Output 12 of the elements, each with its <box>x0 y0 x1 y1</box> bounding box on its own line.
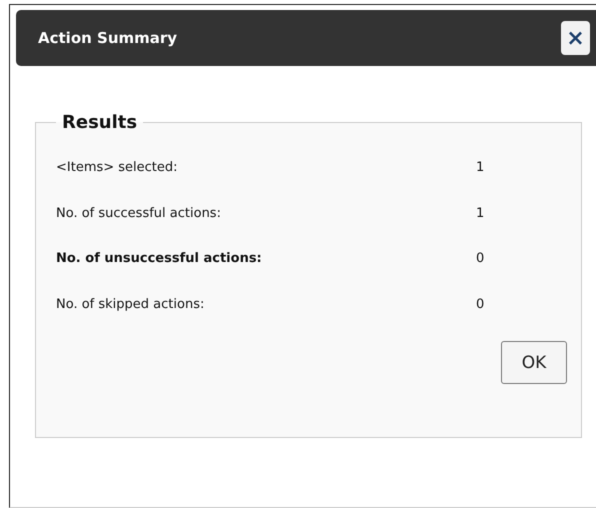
close-button[interactable]: × <box>561 21 590 55</box>
summary-label: No. of unsuccessful actions: <box>56 251 263 266</box>
summary-count: 0 <box>476 251 484 266</box>
dialog-title: Action Summary <box>38 29 178 47</box>
results-legend: Results <box>56 112 144 133</box>
summary-count: 1 <box>476 206 484 221</box>
ok-button[interactable]: OK <box>501 341 567 384</box>
summary-count: 1 <box>476 160 484 176</box>
summary-label: <Items> selected: <box>56 160 179 176</box>
summary-count: 0 <box>476 296 484 312</box>
summary-label: No. of successful actions: <box>56 206 222 221</box>
summary-label: No. of skipped actions: <box>56 296 206 312</box>
